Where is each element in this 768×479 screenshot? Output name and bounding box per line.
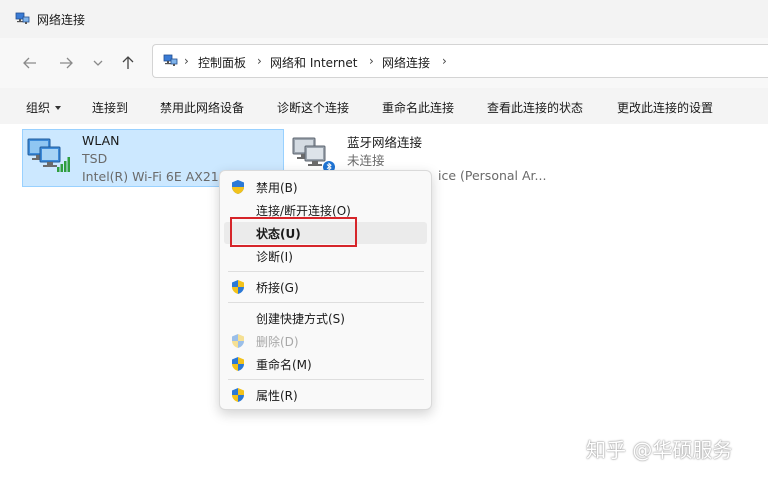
recent-locations-button[interactable] [86,51,110,75]
menu-separator [228,379,424,380]
window-title: 网络连接 [37,13,86,27]
menu-item-properties[interactable]: 属性(R) [224,384,427,406]
uac-shield-icon [232,388,244,402]
menu-separator [228,271,424,272]
menu-item-rename[interactable]: 重命名(M) [224,353,427,375]
wireless-network-icon [27,138,70,172]
connection-status: 未连接 [347,153,385,168]
diagnose-button[interactable]: 诊断这个连接 [277,99,349,116]
network-connections-icon [15,12,30,24]
breadcrumb-network-internet[interactable]: 网络和 Internet [270,54,357,71]
connection-status: TSD [82,151,108,166]
arrow-left-icon [23,57,36,69]
breadcrumb-network-connections[interactable]: 网络连接 [382,54,430,71]
menu-item-create-shortcut[interactable]: 创建快捷方式(S) [224,307,427,329]
uac-shield-icon [232,334,244,348]
command-bar: 组织 连接到 禁用此网络设备 诊断这个连接 重命名此连接 查看此连接的状态 更改… [0,88,768,125]
view-status-button[interactable]: 查看此连接的状态 [487,99,583,116]
title-bar: 网络连接 [0,0,768,38]
caret-down-icon [55,105,62,110]
up-button[interactable] [116,51,140,75]
connection-name: 蓝牙网络连接 [347,135,423,150]
address-bar[interactable]: › 控制面板 › 网络和 Internet › 网络连接 › [152,44,768,78]
context-menu: 禁用(B) 连接/断开连接(O) 状态(U) 诊断(I) 桥接(G) 创建快捷方… [219,170,432,410]
menu-item-label: 禁用(B) [256,181,298,195]
network-connections-icon [163,54,178,66]
watermark: 知乎 @华硕服务 [586,438,733,462]
change-settings-button[interactable]: 更改此连接的设置 [617,99,713,116]
uac-shield-icon [232,280,244,294]
highlight-box [230,217,357,247]
menu-item-disable[interactable]: 禁用(B) [224,176,427,198]
menu-item-label: 桥接(G) [256,281,299,295]
menu-item-bridge[interactable]: 桥接(G) [224,276,427,298]
connection-name: WLAN [82,133,120,148]
connection-device: ice (Personal Ar... [438,168,547,183]
organize-label: 组织 [26,101,51,115]
menu-item-diagnose[interactable]: 诊断(I) [224,245,427,267]
connect-to-button[interactable]: 连接到 [92,99,128,116]
back-button[interactable] [18,51,42,75]
forward-button[interactable] [54,51,78,75]
disable-device-button[interactable]: 禁用此网络设备 [160,99,244,116]
menu-item-label: 创建快捷方式(S) [256,312,345,326]
organize-menu[interactable]: 组织 [26,99,62,116]
menu-item-label: 诊断(I) [256,250,293,264]
chevron-down-icon [93,60,103,66]
uac-shield-icon [232,180,244,194]
bluetooth-network-icon [292,137,335,173]
menu-item-delete: 删除(D) [224,330,427,352]
breadcrumb-control-panel[interactable]: 控制面板 [198,54,246,71]
menu-item-label: 删除(D) [256,335,299,349]
breadcrumb-separator[interactable]: › [257,54,262,68]
uac-shield-icon [232,357,244,371]
menu-item-label: 重命名(M) [256,358,312,372]
breadcrumb-separator[interactable]: › [369,54,374,68]
breadcrumb-separator[interactable]: › [184,54,189,68]
rename-button[interactable]: 重命名此连接 [382,99,454,116]
arrow-right-icon [60,57,73,69]
navigation-bar: › 控制面板 › 网络和 Internet › 网络连接 › [0,38,768,88]
arrow-up-icon [122,56,134,69]
menu-separator [228,302,424,303]
breadcrumb-separator[interactable]: › [442,54,447,68]
connection-device: Intel(R) Wi-Fi 6E AX211 [82,169,227,184]
menu-item-label: 属性(R) [256,389,298,403]
